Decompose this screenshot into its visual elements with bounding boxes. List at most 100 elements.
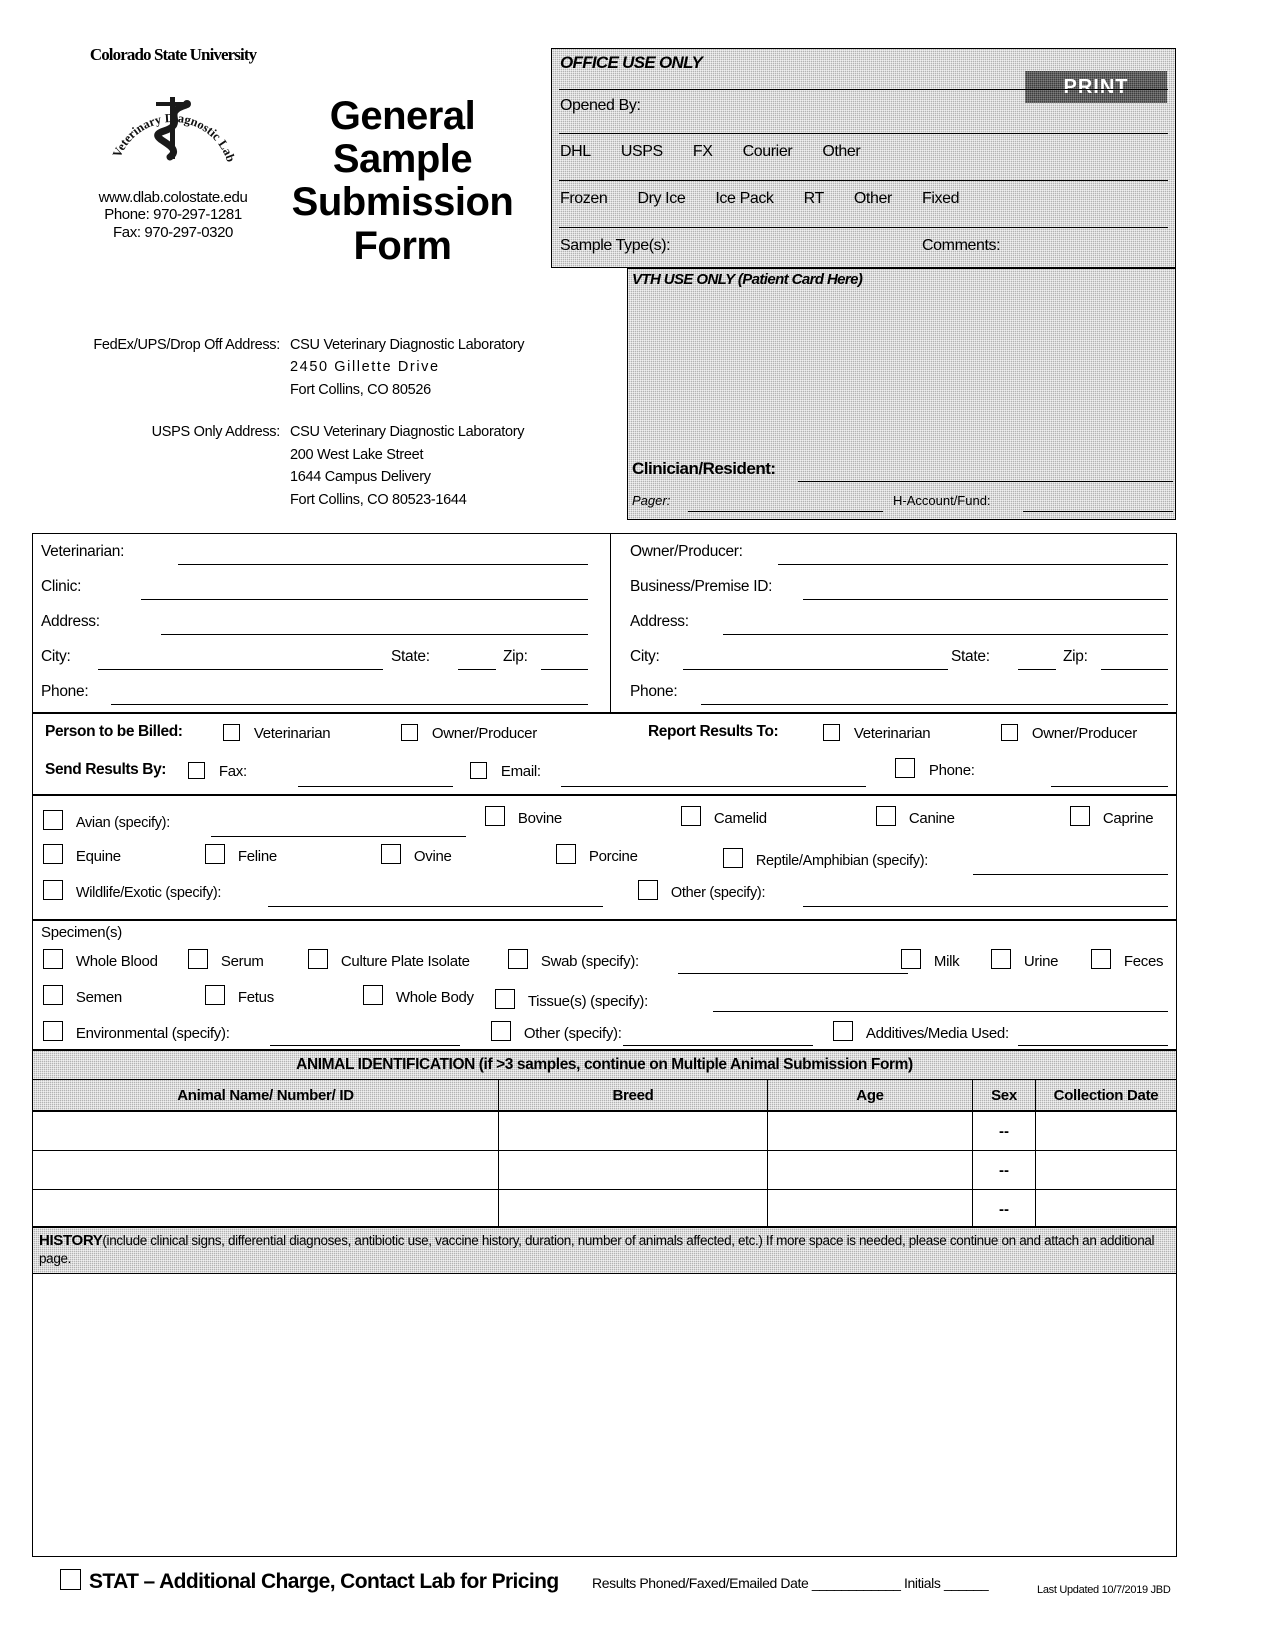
tissue-specify-input[interactable] [713, 1011, 1168, 1012]
owner-city-input[interactable] [683, 669, 948, 670]
report-veterinarian-option[interactable]: Veterinarian [823, 724, 931, 742]
report-veterinarian-checkbox[interactable] [823, 724, 840, 741]
veterinarian-input[interactable] [178, 564, 588, 565]
cell-sex[interactable]: -- [973, 1190, 1036, 1228]
condition-other[interactable]: Other [854, 190, 892, 207]
species-wildlife[interactable]: Wildlife/Exotic (specify): [43, 880, 221, 901]
bovine-checkbox[interactable] [485, 806, 505, 826]
whole-body-checkbox[interactable] [363, 985, 383, 1005]
comments-field[interactable]: Comments: [922, 237, 1026, 255]
fetus-checkbox[interactable] [205, 985, 225, 1005]
cell-sex[interactable]: -- [973, 1112, 1036, 1150]
reptile-checkbox[interactable] [723, 848, 743, 868]
avian-checkbox[interactable] [43, 810, 63, 830]
cell-breed[interactable] [499, 1151, 768, 1189]
carrier-options[interactable]: DHL USPS FX Courier Other [560, 143, 886, 161]
billed-owner-option[interactable]: Owner/Producer [401, 724, 537, 742]
cell-breed[interactable] [499, 1112, 768, 1150]
specimen-tissue[interactable]: Tissue(s) (specify): [495, 989, 648, 1010]
species-bovine[interactable]: Bovine [485, 806, 562, 827]
billed-owner-checkbox[interactable] [401, 724, 418, 741]
cell-age[interactable] [768, 1151, 973, 1189]
species-camelid[interactable]: Camelid [681, 806, 767, 827]
additives-input[interactable] [1018, 1045, 1168, 1046]
whole-blood-checkbox[interactable] [43, 949, 63, 969]
stat-checkbox[interactable] [60, 1569, 81, 1590]
feline-checkbox[interactable] [205, 844, 225, 864]
condition-fixed[interactable]: Fixed [922, 190, 960, 207]
specimen-serum[interactable]: Serum [188, 949, 264, 970]
billed-veterinarian-checkbox[interactable] [223, 724, 240, 741]
owner-address-input[interactable] [723, 634, 1168, 635]
species-other[interactable]: Other (specify): [638, 880, 765, 901]
pager-input[interactable] [688, 511, 883, 512]
cell-sex[interactable]: -- [973, 1151, 1036, 1189]
wildlife-checkbox[interactable] [43, 880, 63, 900]
carrier-usps[interactable]: USPS [621, 143, 663, 160]
species-avian[interactable]: Avian (specify): [43, 810, 170, 831]
report-owner-option[interactable]: Owner/Producer [1001, 724, 1137, 742]
send-phone-checkbox[interactable] [895, 758, 915, 778]
h-account-input[interactable] [1023, 511, 1173, 512]
sample-types-field[interactable]: Sample Type(s): [560, 237, 696, 255]
carrier-courier[interactable]: Courier [743, 143, 793, 160]
cell-age[interactable] [768, 1112, 973, 1150]
send-fax-checkbox[interactable] [188, 762, 205, 779]
specimen-other-specify-input[interactable] [623, 1045, 813, 1046]
swab-specify-input[interactable] [678, 973, 908, 974]
serum-checkbox[interactable] [188, 949, 208, 969]
cell-breed[interactable] [499, 1190, 768, 1228]
clinic-input[interactable] [141, 599, 588, 600]
canine-checkbox[interactable] [876, 806, 896, 826]
carrier-other[interactable]: Other [822, 143, 860, 160]
specimen-urine[interactable]: Urine [991, 949, 1059, 970]
swab-checkbox[interactable] [508, 949, 528, 969]
cell-age[interactable] [768, 1190, 973, 1228]
environmental-checkbox[interactable] [43, 1021, 63, 1041]
history-textarea[interactable] [33, 1274, 1176, 1559]
species-caprine[interactable]: Caprine [1070, 806, 1154, 827]
send-email-checkbox[interactable] [470, 762, 487, 779]
results-phoned-line[interactable]: Results Phoned/Faxed/Emailed Date ______… [592, 1575, 989, 1591]
camelid-checkbox[interactable] [681, 806, 701, 826]
species-other-checkbox[interactable] [638, 880, 658, 900]
specimen-other[interactable]: Other (specify): [491, 1021, 622, 1042]
feces-checkbox[interactable] [1091, 949, 1111, 969]
tissue-checkbox[interactable] [495, 989, 515, 1009]
condition-ice-pack[interactable]: Ice Pack [715, 190, 774, 207]
phone-results-input[interactable] [1051, 786, 1168, 787]
billed-veterinarian-option[interactable]: Veterinarian [223, 724, 331, 742]
species-reptile[interactable]: Reptile/Amphibian (specify): [723, 848, 928, 869]
specimen-whole-body[interactable]: Whole Body [363, 985, 474, 1006]
premise-id-input[interactable] [803, 599, 1168, 600]
equine-checkbox[interactable] [43, 844, 63, 864]
species-canine[interactable]: Canine [876, 806, 955, 827]
wildlife-specify-input[interactable] [268, 906, 603, 907]
carrier-fx[interactable]: FX [693, 143, 713, 160]
environmental-specify-input[interactable] [270, 1045, 460, 1046]
urine-checkbox[interactable] [991, 949, 1011, 969]
porcine-checkbox[interactable] [556, 844, 576, 864]
owner-state-input[interactable] [1018, 669, 1056, 670]
clinician-resident-input[interactable] [798, 481, 1173, 482]
owner-phone-input[interactable] [701, 704, 1168, 705]
send-fax-option[interactable]: Fax: [188, 762, 247, 780]
table-row[interactable]: -- [33, 1151, 1176, 1190]
send-phone-option[interactable]: Phone: [895, 758, 975, 779]
cell-collection-date[interactable] [1036, 1112, 1176, 1150]
carrier-dhl[interactable]: DHL [560, 143, 591, 160]
caprine-checkbox[interactable] [1070, 806, 1090, 826]
species-porcine[interactable]: Porcine [556, 844, 638, 865]
specimen-culture-plate[interactable]: Culture Plate Isolate [308, 949, 470, 970]
specimen-feces[interactable]: Feces [1091, 949, 1164, 970]
specimen-environmental[interactable]: Environmental (specify): [43, 1021, 230, 1042]
condition-frozen[interactable]: Frozen [560, 190, 608, 207]
condition-dry-ice[interactable]: Dry Ice [637, 190, 685, 207]
cell-animal-name[interactable] [33, 1151, 499, 1189]
owner-input[interactable] [778, 564, 1168, 565]
additives-checkbox[interactable] [833, 1021, 853, 1041]
milk-checkbox[interactable] [901, 949, 921, 969]
specimen-fetus[interactable]: Fetus [205, 985, 274, 1006]
report-owner-checkbox[interactable] [1001, 724, 1018, 741]
vet-address-input[interactable] [161, 634, 588, 635]
